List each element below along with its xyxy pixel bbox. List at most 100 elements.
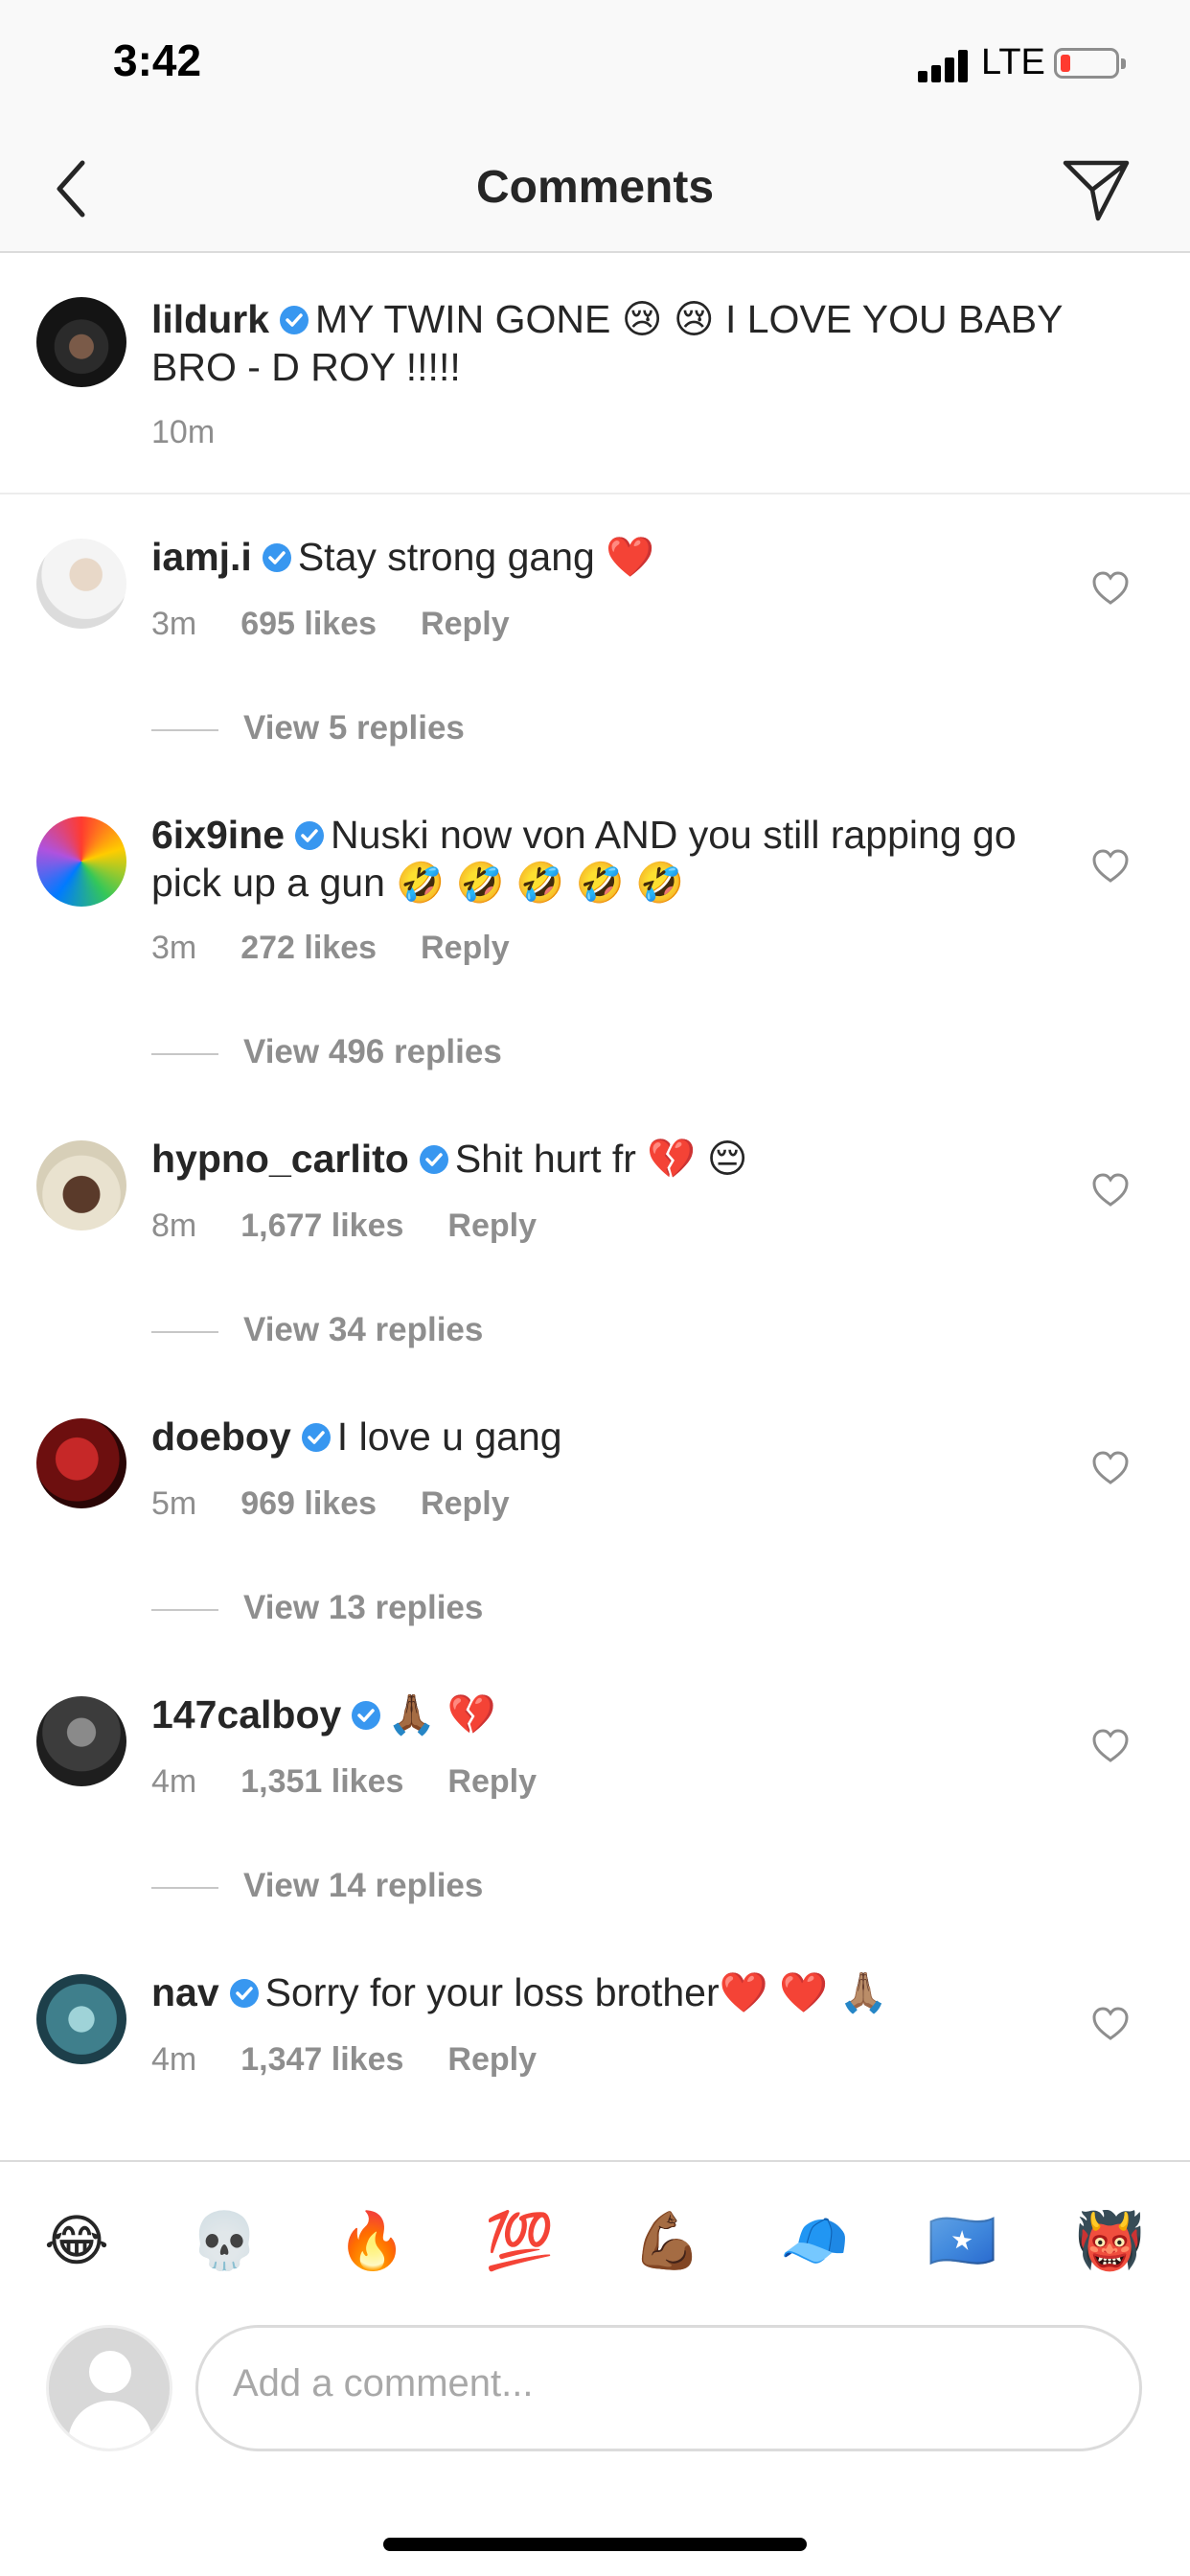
comment-time: 5m — [151, 1485, 197, 1522]
comment-text: Sorry for your loss brother❤️ ❤️ 🙏🏽 — [264, 1970, 888, 2014]
verified-badge-icon — [352, 1701, 381, 1730]
comment-likes[interactable]: 969 likes — [240, 1485, 377, 1522]
comment-time: 4m — [151, 2041, 197, 2078]
comment-text: I love u gang — [336, 1414, 562, 1459]
emoji-somalia-flag-icon[interactable]: 🇸🇴 — [927, 2206, 996, 2275]
comment-item: 147calboy 🙏🏾 💔 4m 1,351 likes Reply View 14… — [0, 1652, 1190, 1930]
comment-likes[interactable]: 1,351 likes — [240, 1763, 403, 1800]
view-replies-link[interactable]: View 14 replies — [151, 1867, 483, 1905]
reply-button[interactable]: Reply — [421, 606, 510, 642]
caption-meta: 10m — [151, 414, 259, 451]
view-replies-label: View 496 replies — [243, 1033, 502, 1070]
comment-item: iamj.i Stay strong gang ❤️ 3m 695 likes Rep… — [0, 494, 1190, 772]
avatar[interactable] — [36, 539, 126, 629]
like-heart-icon[interactable] — [1092, 1173, 1129, 1208]
reply-button[interactable]: Reply — [447, 2041, 537, 2078]
like-heart-icon[interactable] — [1092, 2007, 1129, 2041]
user-avatar-placeholder-icon — [46, 2325, 172, 2451]
view-replies-label: View 5 replies — [243, 709, 465, 747]
view-replies-label: View 34 replies — [243, 1311, 484, 1348]
nav-bar: Comments — [0, 134, 1190, 253]
avatar[interactable] — [36, 1140, 126, 1230]
post-caption: lildurk MY TWIN GONE 😢 😢 I LOVE YOU BABY … — [0, 253, 1190, 494]
reply-button[interactable]: Reply — [421, 1485, 510, 1522]
reply-button[interactable]: Reply — [421, 930, 510, 966]
comment-text: Stay strong gang ❤️ — [297, 535, 655, 579]
emoji-flexed-biceps-icon[interactable]: 💪🏾 — [632, 2206, 701, 2275]
comment-username[interactable]: 6ix9ine — [151, 813, 285, 857]
comment-time: 8m — [151, 1208, 197, 1244]
comment-meta: 4m 1,347 likes Reply — [151, 2041, 581, 2079]
caption-username[interactable]: lildurk — [151, 297, 269, 341]
page-title: Comments — [475, 162, 715, 213]
comment-meta: 3m 272 likes Reply — [151, 930, 554, 967]
view-replies-link[interactable]: View 5 replies — [151, 709, 465, 748]
comment-username[interactable]: hypno_carlito — [151, 1137, 409, 1181]
caption-text-block: lildurk MY TWIN GONE 😢 😢 I LOVE YOU BABY … — [151, 295, 1119, 391]
comment-item: nav Sorry for your loss brother❤️ ❤️ 🙏🏽 4… — [0, 1930, 1190, 2160]
avatar[interactable] — [36, 1974, 126, 2064]
comment-likes[interactable]: 1,347 likes — [240, 2041, 403, 2078]
comment-username[interactable]: nav — [151, 1970, 219, 2014]
comment-time: 4m — [151, 1763, 197, 1800]
status-bar: 3:42 LTE — [0, 0, 1190, 134]
comment-text-block: nav Sorry for your loss brother❤️ ❤️ 🙏🏽 — [151, 1968, 1071, 2016]
caption-time: 10m — [151, 414, 216, 450]
verified-badge-icon — [262, 543, 291, 572]
comment-text-block: doeboy I love u gang — [151, 1413, 1071, 1460]
verified-badge-icon — [419, 1145, 448, 1174]
comment-item: doeboy I love u gang 5m 969 likes Reply Vie… — [0, 1374, 1190, 1652]
status-time: 3:42 — [113, 35, 202, 85]
home-indicator[interactable] — [383, 2538, 807, 2551]
like-heart-icon[interactable] — [1092, 1451, 1129, 1485]
comment-username[interactable]: iamj.i — [151, 535, 252, 579]
comment-text-block: hypno_carlito Shit hurt fr 💔 😔 — [151, 1135, 1071, 1183]
comment-text: Shit hurt fr 💔 😔 — [454, 1137, 748, 1181]
comment-text-block: 147calboy 🙏🏾 💔 — [151, 1690, 1071, 1738]
comment-username[interactable]: 147calboy — [151, 1692, 341, 1736]
emoji-cap-icon[interactable]: 🧢 — [780, 2206, 849, 2275]
like-heart-icon[interactable] — [1092, 1729, 1129, 1763]
view-replies-link[interactable]: View 34 replies — [151, 1311, 483, 1349]
emoji-laughing-icon[interactable]: 😂 — [42, 2206, 111, 2275]
comment-meta: 4m 1,351 likes Reply — [151, 1763, 581, 1801]
view-replies-label: View 13 replies — [243, 1589, 484, 1626]
verified-badge-icon — [301, 1423, 331, 1452]
view-replies-link[interactable]: View 13 replies — [151, 1589, 483, 1627]
comment-text-block: 6ix9ine Nuski now von AND you still rappi… — [151, 811, 1071, 907]
verified-badge-icon — [229, 1979, 259, 2008]
comment-likes[interactable]: 272 likes — [240, 930, 377, 966]
comment-text-block: iamj.i Stay strong gang ❤️ — [151, 533, 1071, 581]
signal-icon — [918, 48, 970, 82]
avatar[interactable] — [36, 816, 126, 907]
comment-likes[interactable]: 1,677 likes — [240, 1208, 403, 1244]
like-heart-icon[interactable] — [1092, 571, 1129, 606]
emoji-ogre-icon[interactable]: 👹 — [1075, 2206, 1144, 2275]
comment-username[interactable]: doeboy — [151, 1414, 291, 1459]
battery-icon — [1054, 48, 1126, 79]
emoji-skull-icon[interactable]: 💀 — [190, 2206, 259, 2275]
verified-badge-icon — [280, 306, 309, 334]
avatar[interactable] — [36, 1696, 126, 1786]
comment-item: hypno_carlito Shit hurt fr 💔 😔 8m 1,677 li… — [0, 1096, 1190, 1374]
comment-meta: 5m 969 likes Reply — [151, 1485, 554, 1523]
comment-composer: Add a comment... — [0, 2317, 1190, 2576]
emoji-fire-icon[interactable]: 🔥 — [337, 2206, 406, 2275]
comment-meta: 3m 695 likes Reply — [151, 606, 554, 643]
send-direct-icon[interactable] — [1060, 153, 1133, 226]
avatar[interactable] — [36, 1418, 126, 1508]
comment-time: 3m — [151, 930, 197, 966]
comment-item: 6ix9ine Nuski now von AND you still rappi… — [0, 772, 1190, 1070]
verified-badge-icon — [295, 821, 325, 850]
view-replies-label: View 14 replies — [243, 1867, 484, 1904]
emoji-hundred-icon[interactable]: 💯 — [485, 2206, 554, 2275]
like-heart-icon[interactable] — [1092, 849, 1129, 884]
network-label: LTE — [981, 42, 1045, 82]
comment-time: 3m — [151, 606, 197, 642]
avatar[interactable] — [36, 297, 126, 387]
comment-likes[interactable]: 695 likes — [240, 606, 377, 642]
comment-input[interactable]: Add a comment... — [195, 2325, 1142, 2451]
view-replies-link[interactable]: View 496 replies — [151, 1033, 502, 1071]
reply-button[interactable]: Reply — [447, 1208, 537, 1244]
reply-button[interactable]: Reply — [447, 1763, 537, 1800]
